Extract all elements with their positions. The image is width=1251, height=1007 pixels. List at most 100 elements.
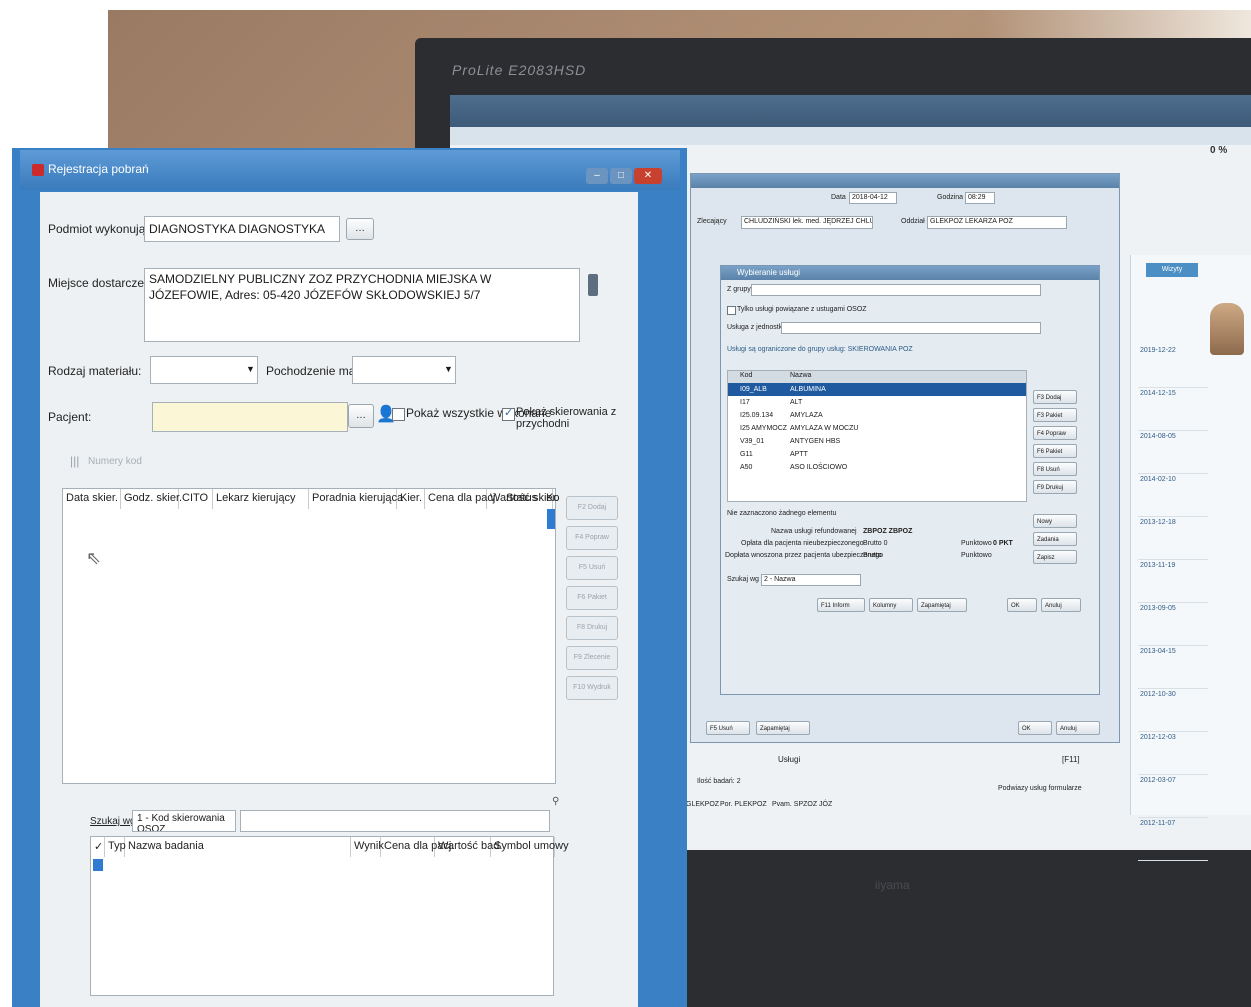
- col-test-price[interactable]: Cena dla pacj.: [381, 837, 454, 857]
- hour-field[interactable]: 08:29: [965, 192, 995, 204]
- tasks-button[interactable]: Zadania: [1033, 532, 1077, 546]
- unit-select[interactable]: [781, 322, 1041, 334]
- col-patient-price[interactable]: Cena dla pacj.: [425, 489, 498, 509]
- sk-ok-button[interactable]: OK: [1018, 721, 1052, 735]
- col-check[interactable]: ✓: [91, 837, 105, 857]
- list-item[interactable]: 2014-02-10: [1138, 474, 1208, 517]
- delivery-field[interactable]: SAMODZIELNY PUBLICZNY ZOZ PRZYCHODNIA MI…: [144, 268, 580, 342]
- print-label: Podwiazy usług formularze: [998, 785, 1082, 792]
- search-input[interactable]: [240, 810, 550, 832]
- sk-delete-button[interactable]: F5 Usuń: [706, 721, 750, 735]
- patient-label: Pacjent:: [48, 410, 92, 424]
- col-ko[interactable]: Ko: [546, 492, 559, 504]
- clinic-field[interactable]: GLEKPOZ LEKARZA POZ: [927, 216, 1067, 229]
- delete-service-button[interactable]: F8 Usuń: [1033, 462, 1077, 476]
- material-select[interactable]: [150, 356, 258, 384]
- search-icon[interactable]: ⚲: [552, 796, 559, 807]
- search-select[interactable]: 2 - Nazwa: [761, 574, 861, 586]
- ordering-label: Zlecający: [697, 218, 727, 225]
- list-item[interactable]: 2014-12-15: [1138, 388, 1208, 431]
- show-all-checkbox[interactable]: [392, 408, 405, 421]
- delivery-book-icon[interactable]: [588, 274, 598, 296]
- date-label: Data: [831, 194, 846, 201]
- maximize-button[interactable]: □: [610, 168, 632, 184]
- col-test-value[interactable]: Wartość bad.: [435, 837, 502, 857]
- table-row[interactable]: A50 ASO ILOŚCIOWO: [728, 461, 1026, 474]
- col-clinic[interactable]: Poradnia kierująca: [309, 489, 403, 509]
- list-item[interactable]: 2012-03-07: [1138, 775, 1208, 818]
- save-service-button[interactable]: Zapisz: [1033, 550, 1077, 564]
- hour-label: Godzina: [937, 194, 964, 201]
- close-icon: ✕: [643, 170, 653, 181]
- package-service-button[interactable]: F3 Pakiet: [1033, 408, 1077, 422]
- printout-button[interactable]: F10 Wydruk: [566, 676, 618, 700]
- sk-cancel-button[interactable]: Anuluj: [1056, 721, 1100, 735]
- col-status[interactable]: Status: [506, 492, 537, 504]
- table-row[interactable]: I09_ALB ALBUMINA: [728, 383, 1026, 396]
- scrollbar[interactable]: [547, 509, 555, 529]
- show-referrals-checkbox[interactable]: [502, 406, 515, 421]
- list-item[interactable]: 2012-10-30: [1138, 689, 1208, 732]
- visits-timeline: 2019-12-22 2014-12-15 2014-08-05 2014-02…: [1138, 345, 1208, 865]
- list-item[interactable]: 2013-09-05: [1138, 603, 1208, 646]
- inform-button[interactable]: F11 Inform: [817, 598, 865, 612]
- cancel-button[interactable]: Anuluj: [1041, 598, 1081, 612]
- patient-search-button[interactable]: …: [348, 404, 374, 428]
- list-item[interactable]: 2013-11-19: [1138, 560, 1208, 603]
- table-row[interactable]: I25 AMYMOCZ AMYLAZA W MOCZU: [728, 422, 1026, 435]
- list-item[interactable]: 2019-12-22: [1138, 345, 1208, 388]
- material-label: Rodzaj materiału:: [48, 364, 142, 378]
- executor-search-button[interactable]: …: [346, 218, 374, 240]
- edit-button[interactable]: F4 Popraw: [566, 526, 618, 550]
- close-button[interactable]: ✕: [634, 168, 662, 184]
- list-item[interactable]: 2013-12-18: [1138, 517, 1208, 560]
- sk-save-button[interactable]: Zapamiętaj: [756, 721, 810, 735]
- list-item[interactable]: 2012-12-03: [1138, 732, 1208, 775]
- col-test-name[interactable]: Nazwa badania: [125, 837, 351, 857]
- list-item[interactable]: 2013-04-15: [1138, 646, 1208, 689]
- search-label: Szukaj wg: [727, 576, 759, 583]
- group-select[interactable]: [751, 284, 1041, 296]
- table-row[interactable]: G11 APTT: [728, 448, 1026, 461]
- new-button[interactable]: Nowy: [1033, 514, 1077, 528]
- print-button[interactable]: F8 Drukuj: [566, 616, 618, 640]
- minimize-button[interactable]: –: [586, 168, 608, 184]
- date-field[interactable]: 2018-04-12: [849, 192, 897, 204]
- col-contract-symbol[interactable]: Symbol umowy: [491, 837, 569, 857]
- patient-field[interactable]: [152, 402, 348, 432]
- col-kier[interactable]: Kier.: [397, 489, 425, 509]
- table-row[interactable]: I17 ALT: [728, 396, 1026, 409]
- edit-service-button[interactable]: F4 Popraw: [1033, 426, 1077, 440]
- list-item[interactable]: 2012-11-07: [1138, 818, 1208, 861]
- col-referral-date[interactable]: Data skier.: [63, 489, 121, 509]
- print-service-button[interactable]: F9 Drukuj: [1033, 480, 1077, 494]
- search-by-select[interactable]: 1 - Kod skierowania OSOZ: [132, 810, 236, 832]
- origin-chevron-down-icon: ▼: [444, 364, 453, 374]
- col-referral-hour[interactable]: Godz. skier.: [121, 489, 182, 509]
- ok-button[interactable]: OK: [1007, 598, 1037, 612]
- only-linked-checkbox[interactable]: [727, 306, 736, 315]
- table-row[interactable]: V39_01 ANTYGEN HBS: [728, 435, 1026, 448]
- order-button[interactable]: F9 Zlecenie: [566, 646, 618, 670]
- package-button[interactable]: F6 Pakiet: [566, 586, 618, 610]
- col-result[interactable]: Wynik: [351, 837, 384, 857]
- columns-button[interactable]: Kolumny: [869, 598, 913, 612]
- status-bar-3: Pvam. SPZOZ JÓZ: [772, 801, 833, 808]
- tab-visits[interactable]: Wizyty: [1146, 263, 1198, 277]
- delete-button[interactable]: F5 Usuń: [566, 556, 618, 580]
- col-cito[interactable]: CITO: [179, 489, 213, 509]
- ordering-field[interactable]: CHLUDZIŃSKI lek. med. JĘDRZEJ CHLUDZ: [741, 216, 873, 229]
- list-item[interactable]: 2014-08-05: [1138, 431, 1208, 474]
- col-doctor[interactable]: Lekarz kierujący: [213, 489, 309, 509]
- col-type[interactable]: Typ: [105, 837, 126, 857]
- add-button[interactable]: F2 Dodaj: [566, 496, 618, 520]
- executor-field[interactable]: DIAGNOSTYKA DIAGNOSTYKA SP Z O.O.: [144, 216, 340, 242]
- remember-button[interactable]: Zapamiętaj: [917, 598, 967, 612]
- origin-select[interactable]: [352, 356, 456, 384]
- barcode-field[interactable]: Numery kod: [88, 456, 142, 467]
- col-nazwa: Nazwa: [790, 372, 812, 379]
- package2-service-button[interactable]: F6 Pakiet: [1033, 444, 1077, 458]
- referral-dialog-titlebar: [691, 174, 1119, 188]
- table-row[interactable]: I25.09.134 AMYLAZA: [728, 409, 1026, 422]
- add-service-button[interactable]: F3 Dodaj: [1033, 390, 1077, 404]
